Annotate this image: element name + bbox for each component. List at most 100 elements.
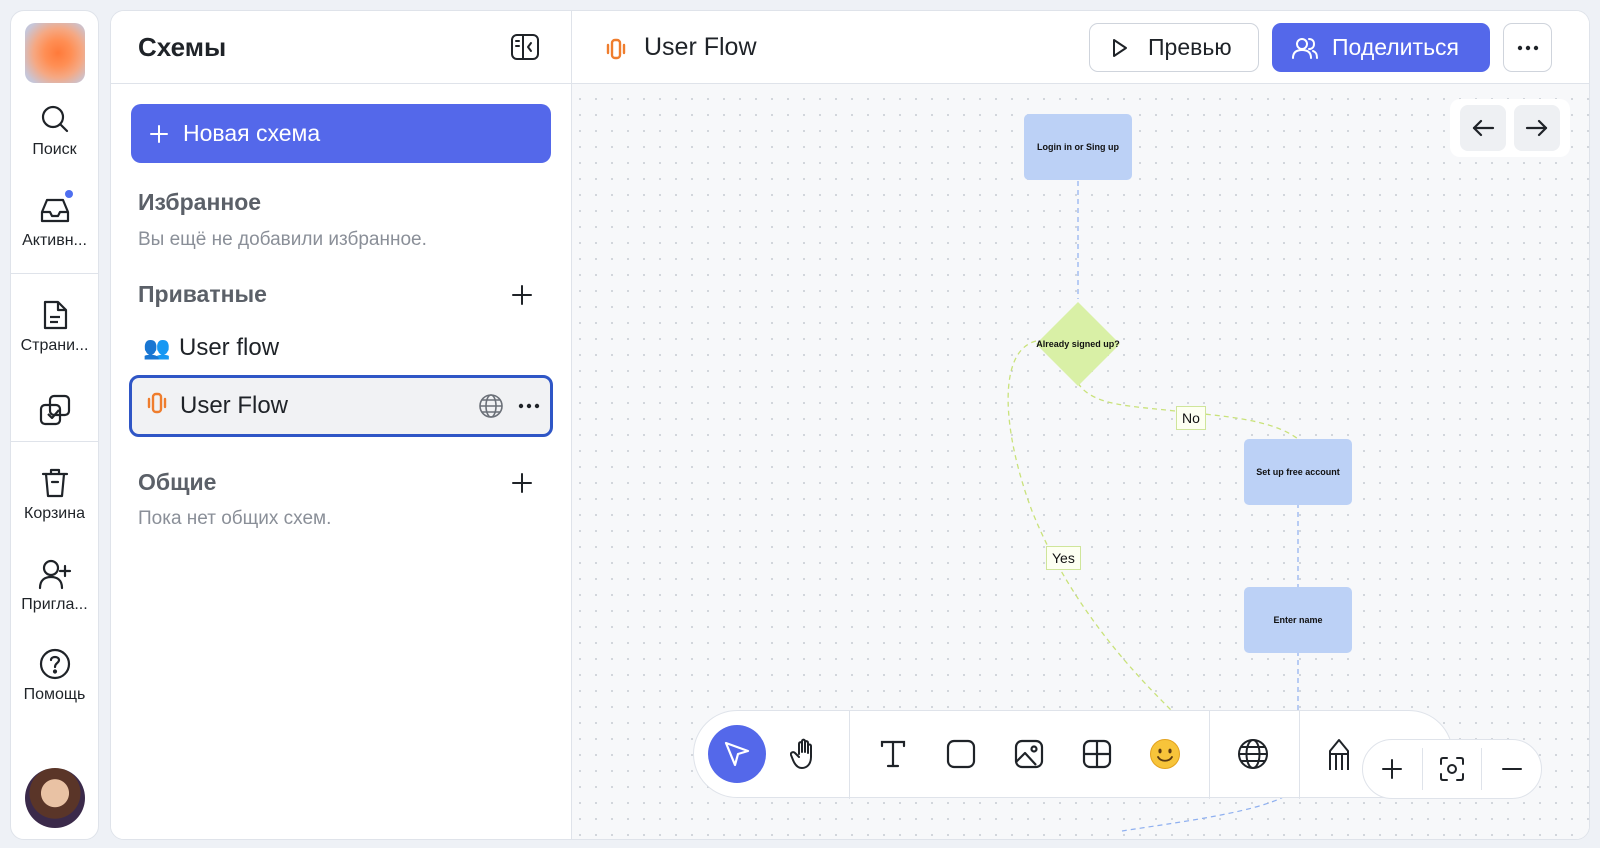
list-item[interactable]: 👥 User flow [131,321,551,375]
focus-icon [1440,757,1465,781]
cursor-icon [724,741,750,767]
page-icon [43,300,67,330]
sidebar-header: Схемы [111,11,571,84]
inbox-icon [40,198,69,223]
toolbar-divider [1209,711,1210,799]
left-rail: Поиск Активн... Страни... Корзина Пригла… [10,10,99,840]
rail-item-invite[interactable]: Пригла... [11,558,98,614]
rail-label: Пригла... [21,596,88,613]
minus-icon [1501,768,1522,770]
shared-title: Общие [138,469,217,495]
pen-icon [1329,739,1349,770]
select-tool[interactable] [708,725,766,783]
document-title[interactable]: User Flow [644,33,757,62]
diagrams-sidebar: Схемы Новая схема Избранное Вы ещё не до… [111,11,572,839]
arrow-right-icon [1525,119,1548,137]
rail-label: Поиск [32,141,77,158]
add-user-icon [38,559,71,590]
flow-icon [144,391,170,422]
text-icon [880,740,906,768]
main-panel: Схемы Новая схема Избранное Вы ещё не до… [110,10,1590,840]
rail-item-activity[interactable]: Активн... [11,194,98,250]
zoom-out-button[interactable] [1482,739,1541,799]
people-icon: 👥 [143,335,171,360]
edge-label-yes[interactable]: Yes [1046,546,1081,570]
undo-button[interactable] [1460,105,1506,151]
globe-icon [1238,739,1268,769]
users-icon [1292,37,1318,59]
image-tool[interactable] [1000,725,1058,783]
share-button[interactable]: Поделиться [1272,23,1490,72]
list-item-selected[interactable]: User Flow [129,375,553,437]
rail-label: Помощь [23,686,86,703]
fit-to-screen-button[interactable] [1423,739,1482,799]
sidebar-title: Схемы [138,32,227,62]
history-controls [1450,99,1570,157]
user-avatar[interactable] [25,768,85,828]
embed-tool[interactable] [1224,725,1282,783]
add-shared-button[interactable] [511,472,533,494]
flow-icon [606,38,626,60]
flow-node-name[interactable]: Enter name [1244,587,1352,653]
workspace-logo[interactable] [25,23,85,83]
rail-divider [11,273,98,274]
notification-dot [65,190,73,198]
add-private-button[interactable] [511,284,533,306]
square-icon [946,739,976,769]
rail-item-search[interactable]: Поиск [11,103,98,159]
more-icon[interactable] [518,403,540,409]
row-actions [478,378,540,434]
flow-node-login[interactable]: Login in or Sing up [1024,114,1132,180]
table-icon [1082,739,1112,769]
sidebar-collapse-icon [511,34,539,60]
rail-label: Страни... [20,337,89,354]
rail-label: Активн... [22,232,87,249]
new-diagram-label: Новая схема [183,120,321,146]
search-icon [41,105,68,133]
zoom-controls [1362,739,1542,799]
rail-divider [11,441,98,442]
share-label: Поделиться [1332,34,1460,60]
collapse-sidebar-button[interactable] [510,32,540,62]
list-item-label: User Flow [180,392,289,419]
arrow-left-icon [1472,119,1495,137]
flow-node-decision[interactable]: Already signed up? [1034,300,1122,388]
preview-label: Превью [1148,34,1232,60]
list-item-label: User flow [179,334,280,361]
rail-item-trash[interactable]: Корзина [11,467,98,523]
canvas-header: User Flow Превью Поделиться [572,11,1589,84]
image-icon [1014,739,1044,769]
more-options-button[interactable] [1503,23,1552,72]
pen-tool[interactable] [1310,725,1368,783]
plus-icon [150,124,168,143]
play-icon [1113,38,1127,57]
more-icon [1517,45,1538,50]
hand-tool[interactable] [776,725,834,783]
decision-label: Already signed up? [1036,339,1120,349]
drawing-toolbar [693,710,1453,799]
toolbar-divider [849,711,850,799]
shape-tool[interactable] [932,725,990,783]
toolbar-divider [1299,711,1300,799]
favorites-title: Избранное [138,189,262,215]
trash-icon [41,468,68,498]
globe-icon[interactable] [478,393,504,419]
preview-button[interactable]: Превью [1089,23,1259,72]
rail-item-help[interactable]: Помощь [11,648,98,704]
rail-item-pages[interactable]: Страни... [11,299,98,355]
rail-label: Корзина [24,505,85,522]
zoom-in-button[interactable] [1363,739,1422,799]
text-tool[interactable] [864,725,922,783]
flow-node-setup[interactable]: Set up free account [1244,439,1352,505]
favorites-empty-text: Вы ещё не добавили избранное. [138,229,427,250]
new-diagram-button[interactable]: Новая схема [131,104,551,163]
hand-icon [790,738,812,769]
edge-label-no[interactable]: No [1176,406,1206,430]
emoji-icon [1150,739,1180,769]
rail-item-shapes[interactable] [11,393,98,427]
private-title: Приватные [138,281,267,307]
emoji-tool[interactable] [1136,725,1194,783]
table-tool[interactable] [1068,725,1126,783]
redo-button[interactable] [1514,105,1560,151]
diagram-canvas[interactable]: User Flow Превью Поделиться Login in or [572,11,1589,839]
